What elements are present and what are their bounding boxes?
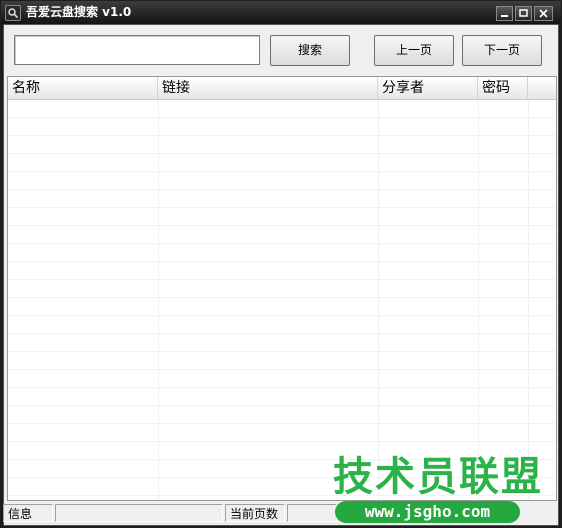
window-title: 吾爱云盘搜索 v1.0 — [26, 5, 132, 19]
column-divider — [158, 100, 159, 500]
table-row[interactable] — [8, 370, 556, 388]
column-divider — [378, 100, 379, 500]
close-button[interactable] — [534, 6, 553, 21]
status-page-label: 当前页数 — [225, 504, 285, 522]
minimize-button[interactable] — [496, 6, 513, 21]
table-row[interactable] — [8, 262, 556, 280]
search-button[interactable]: 搜索 — [270, 35, 350, 66]
close-icon — [539, 9, 548, 18]
maximize-button[interactable] — [515, 6, 532, 21]
title-bar[interactable]: 吾爱云盘搜索 v1.0 — [1, 1, 561, 24]
column-divider — [528, 100, 529, 500]
table-row[interactable] — [8, 136, 556, 154]
table-row[interactable] — [8, 100, 556, 118]
watermark-logo-text: 技术员联盟 — [333, 454, 543, 500]
table-row[interactable] — [8, 298, 556, 316]
search-input[interactable] — [14, 35, 260, 65]
table-row[interactable] — [8, 388, 556, 406]
column-divider — [478, 100, 479, 500]
table-row[interactable] — [8, 352, 556, 370]
column-header-filler — [528, 77, 556, 99]
status-info-label: 信息 — [3, 504, 53, 522]
table-row[interactable] — [8, 172, 556, 190]
column-header-link[interactable]: 链接 — [158, 77, 378, 99]
column-header-name[interactable]: 名称 — [8, 77, 158, 99]
table-row[interactable] — [8, 208, 556, 226]
app-window: 吾爱云盘搜索 v1.0 搜索 上一页 下一页 名称 链接 分享者 密码 信息 当… — [0, 0, 562, 528]
table-row[interactable] — [8, 280, 556, 298]
status-page-value — [287, 504, 337, 522]
minimize-icon — [501, 15, 508, 17]
column-header-sharer[interactable]: 分享者 — [378, 77, 478, 99]
table-row[interactable] — [8, 334, 556, 352]
table-row[interactable] — [8, 244, 556, 262]
search-icon — [5, 5, 21, 21]
table-row[interactable] — [8, 190, 556, 208]
results-table[interactable]: 名称 链接 分享者 密码 — [7, 76, 557, 501]
table-row[interactable] — [8, 118, 556, 136]
table-row[interactable] — [8, 316, 556, 334]
watermark-url: www.jsgho.com — [335, 501, 520, 523]
column-header-password[interactable]: 密码 — [478, 77, 528, 99]
next-page-button[interactable]: 下一页 — [462, 35, 542, 66]
maximize-icon — [519, 9, 528, 17]
prev-page-button[interactable]: 上一页 — [374, 35, 454, 66]
table-row[interactable] — [8, 154, 556, 172]
status-info-value — [55, 504, 223, 522]
table-header: 名称 链接 分享者 密码 — [8, 77, 556, 100]
table-row[interactable] — [8, 226, 556, 244]
client-area: 搜索 上一页 下一页 名称 链接 分享者 密码 — [3, 24, 559, 526]
table-row[interactable] — [8, 424, 556, 442]
table-row[interactable] — [8, 406, 556, 424]
